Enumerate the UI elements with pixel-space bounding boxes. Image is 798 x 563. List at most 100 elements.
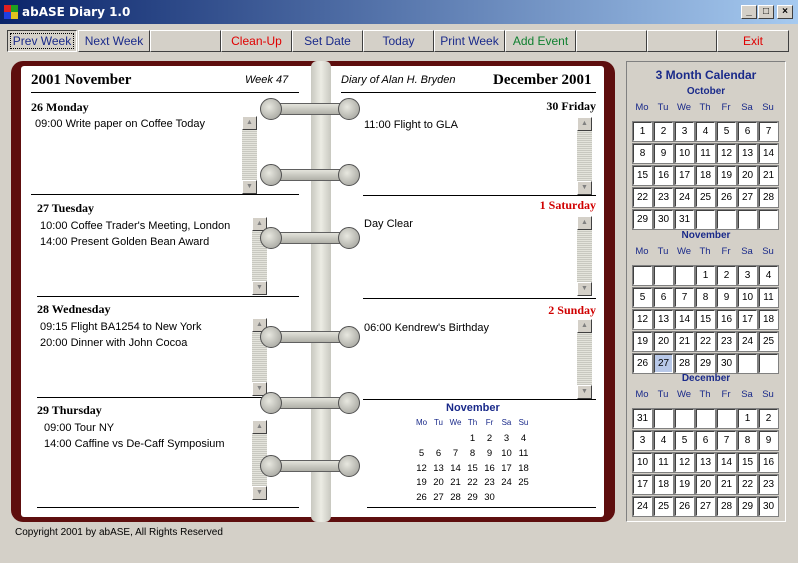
calendar-day-cell[interactable]: 22 [632, 187, 653, 208]
scroll-down-icon[interactable]: ▼ [577, 385, 592, 399]
mini-day-cell[interactable]: 13 [430, 463, 447, 474]
calendar-day-cell[interactable]: 30 [653, 209, 674, 230]
calendar-day-cell[interactable]: 14 [716, 452, 737, 473]
title-bar[interactable]: abASE Diary 1.0 _ □ × [0, 0, 798, 24]
scroll-down-icon[interactable]: ▼ [577, 181, 592, 195]
mini-day-cell[interactable]: 4 [515, 433, 532, 444]
calendar-day-cell[interactable]: 14 [674, 309, 695, 330]
print-week-button[interactable]: Print Week [434, 30, 505, 52]
event-entry[interactable]: 14:00 Present Golden Bean Award [40, 236, 209, 248]
calendar-day-cell[interactable]: 11 [695, 143, 716, 164]
calendar-day-cell[interactable]: 31 [632, 408, 653, 429]
mini-day-cell[interactable]: 6 [430, 448, 447, 459]
calendar-day-cell[interactable]: 10 [674, 143, 695, 164]
mini-day-cell[interactable]: 18 [515, 463, 532, 474]
scroll-up-icon[interactable]: ▲ [577, 216, 592, 230]
mini-day-cell[interactable]: 29 [464, 492, 481, 503]
mini-day-cell[interactable]: 5 [413, 448, 430, 459]
calendar-day-cell[interactable]: 7 [674, 287, 695, 308]
calendar-day-cell[interactable]: 7 [716, 430, 737, 451]
calendar-day-cell[interactable]: 24 [737, 331, 758, 352]
calendar-day-cell[interactable]: 6 [737, 121, 758, 142]
calendar-day-cell[interactable]: 25 [758, 331, 779, 352]
mini-day-cell[interactable]: 12 [413, 463, 430, 474]
calendar-day-cell[interactable]: 3 [632, 430, 653, 451]
mini-day-cell[interactable]: 8 [464, 448, 481, 459]
mini-day-cell[interactable]: 3 [498, 433, 515, 444]
calendar-day-cell[interactable]: 20 [653, 331, 674, 352]
calendar-empty-cell[interactable] [674, 265, 695, 286]
calendar-empty-cell[interactable] [632, 265, 653, 286]
calendar-day-cell[interactable]: 23 [653, 187, 674, 208]
calendar-day-cell[interactable]: 13 [737, 143, 758, 164]
event-entry[interactable]: 10:00 Coffee Trader's Meeting, London [40, 220, 230, 232]
calendar-day-cell[interactable]: 8 [695, 287, 716, 308]
calendar-day-cell[interactable]: 12 [632, 309, 653, 330]
calendar-day-cell[interactable]: 19 [632, 331, 653, 352]
calendar-day-cell[interactable]: 29 [632, 209, 653, 230]
calendar-empty-cell[interactable] [737, 353, 758, 374]
calendar-day-cell[interactable]: 18 [653, 474, 674, 495]
calendar-empty-cell[interactable] [716, 209, 737, 230]
calendar-day-cell[interactable]: 1 [695, 265, 716, 286]
calendar-day-cell[interactable]: 25 [653, 496, 674, 517]
day-scrollbar[interactable]: ▲ ▼ [242, 116, 257, 194]
mini-day-cell[interactable]: 27 [430, 492, 447, 503]
calendar-day-cell[interactable]: 30 [758, 496, 779, 517]
calendar-day-cell[interactable]: 16 [653, 165, 674, 186]
calendar-empty-cell[interactable] [653, 408, 674, 429]
calendar-day-cell[interactable]: 31 [674, 209, 695, 230]
calendar-day-cell[interactable]: 4 [758, 265, 779, 286]
calendar-day-cell[interactable]: 19 [716, 165, 737, 186]
calendar-day-cell[interactable]: 27 [653, 353, 674, 374]
calendar-day-cell[interactable]: 10 [632, 452, 653, 473]
calendar-day-cell[interactable]: 23 [758, 474, 779, 495]
scroll-up-icon[interactable]: ▲ [577, 117, 592, 131]
event-entry[interactable]: 11:00 Flight to GLA [364, 119, 458, 131]
calendar-day-cell[interactable]: 2 [716, 265, 737, 286]
mini-day-cell[interactable]: 21 [447, 477, 464, 488]
scroll-down-icon[interactable]: ▼ [252, 281, 267, 295]
calendar-day-cell[interactable]: 5 [674, 430, 695, 451]
mini-day-cell[interactable]: 25 [515, 477, 532, 488]
calendar-day-cell[interactable]: 14 [758, 143, 779, 164]
calendar-day-cell[interactable]: 7 [758, 121, 779, 142]
calendar-empty-cell[interactable] [716, 408, 737, 429]
scroll-down-icon[interactable]: ▼ [252, 486, 267, 500]
calendar-day-cell[interactable]: 6 [695, 430, 716, 451]
calendar-day-cell[interactable]: 2 [758, 408, 779, 429]
calendar-empty-cell[interactable] [695, 209, 716, 230]
day-scrollbar[interactable]: ▲ ▼ [577, 319, 592, 399]
mini-day-cell[interactable]: 2 [481, 433, 498, 444]
mini-day-cell[interactable]: 16 [481, 463, 498, 474]
calendar-day-cell[interactable]: 12 [716, 143, 737, 164]
calendar-day-cell[interactable]: 12 [674, 452, 695, 473]
close-button[interactable]: × [777, 5, 793, 19]
calendar-day-cell[interactable]: 29 [737, 496, 758, 517]
mini-day-cell[interactable]: 14 [447, 463, 464, 474]
minimize-button[interactable]: _ [741, 5, 757, 19]
calendar-day-cell[interactable]: 29 [695, 353, 716, 374]
event-entry[interactable]: 09:15 Flight BA1254 to New York [40, 321, 201, 333]
calendar-day-cell[interactable]: 18 [758, 309, 779, 330]
calendar-day-cell[interactable]: 18 [695, 165, 716, 186]
calendar-day-cell[interactable]: 24 [632, 496, 653, 517]
calendar-day-cell[interactable]: 13 [653, 309, 674, 330]
clean-up-button[interactable]: Clean-Up [221, 30, 292, 52]
event-entry[interactable]: 09:00 Tour NY [44, 422, 114, 434]
calendar-day-cell[interactable]: 15 [632, 165, 653, 186]
calendar-day-cell[interactable]: 10 [737, 287, 758, 308]
mini-day-cell[interactable]: 19 [413, 477, 430, 488]
calendar-day-cell[interactable]: 28 [716, 496, 737, 517]
set-date-button[interactable]: Set Date [292, 30, 363, 52]
calendar-day-cell[interactable]: 22 [737, 474, 758, 495]
calendar-day-cell[interactable]: 26 [674, 496, 695, 517]
calendar-day-cell[interactable]: 16 [716, 309, 737, 330]
event-entry[interactable]: 20:00 Dinner with John Cocoa [40, 337, 187, 349]
calendar-day-cell[interactable]: 11 [758, 287, 779, 308]
mini-day-cell[interactable]: 26 [413, 492, 430, 503]
mini-day-cell[interactable]: 1 [464, 433, 481, 444]
calendar-day-cell[interactable]: 28 [758, 187, 779, 208]
day-scrollbar[interactable]: ▲ ▼ [577, 216, 592, 296]
calendar-day-cell[interactable]: 17 [632, 474, 653, 495]
